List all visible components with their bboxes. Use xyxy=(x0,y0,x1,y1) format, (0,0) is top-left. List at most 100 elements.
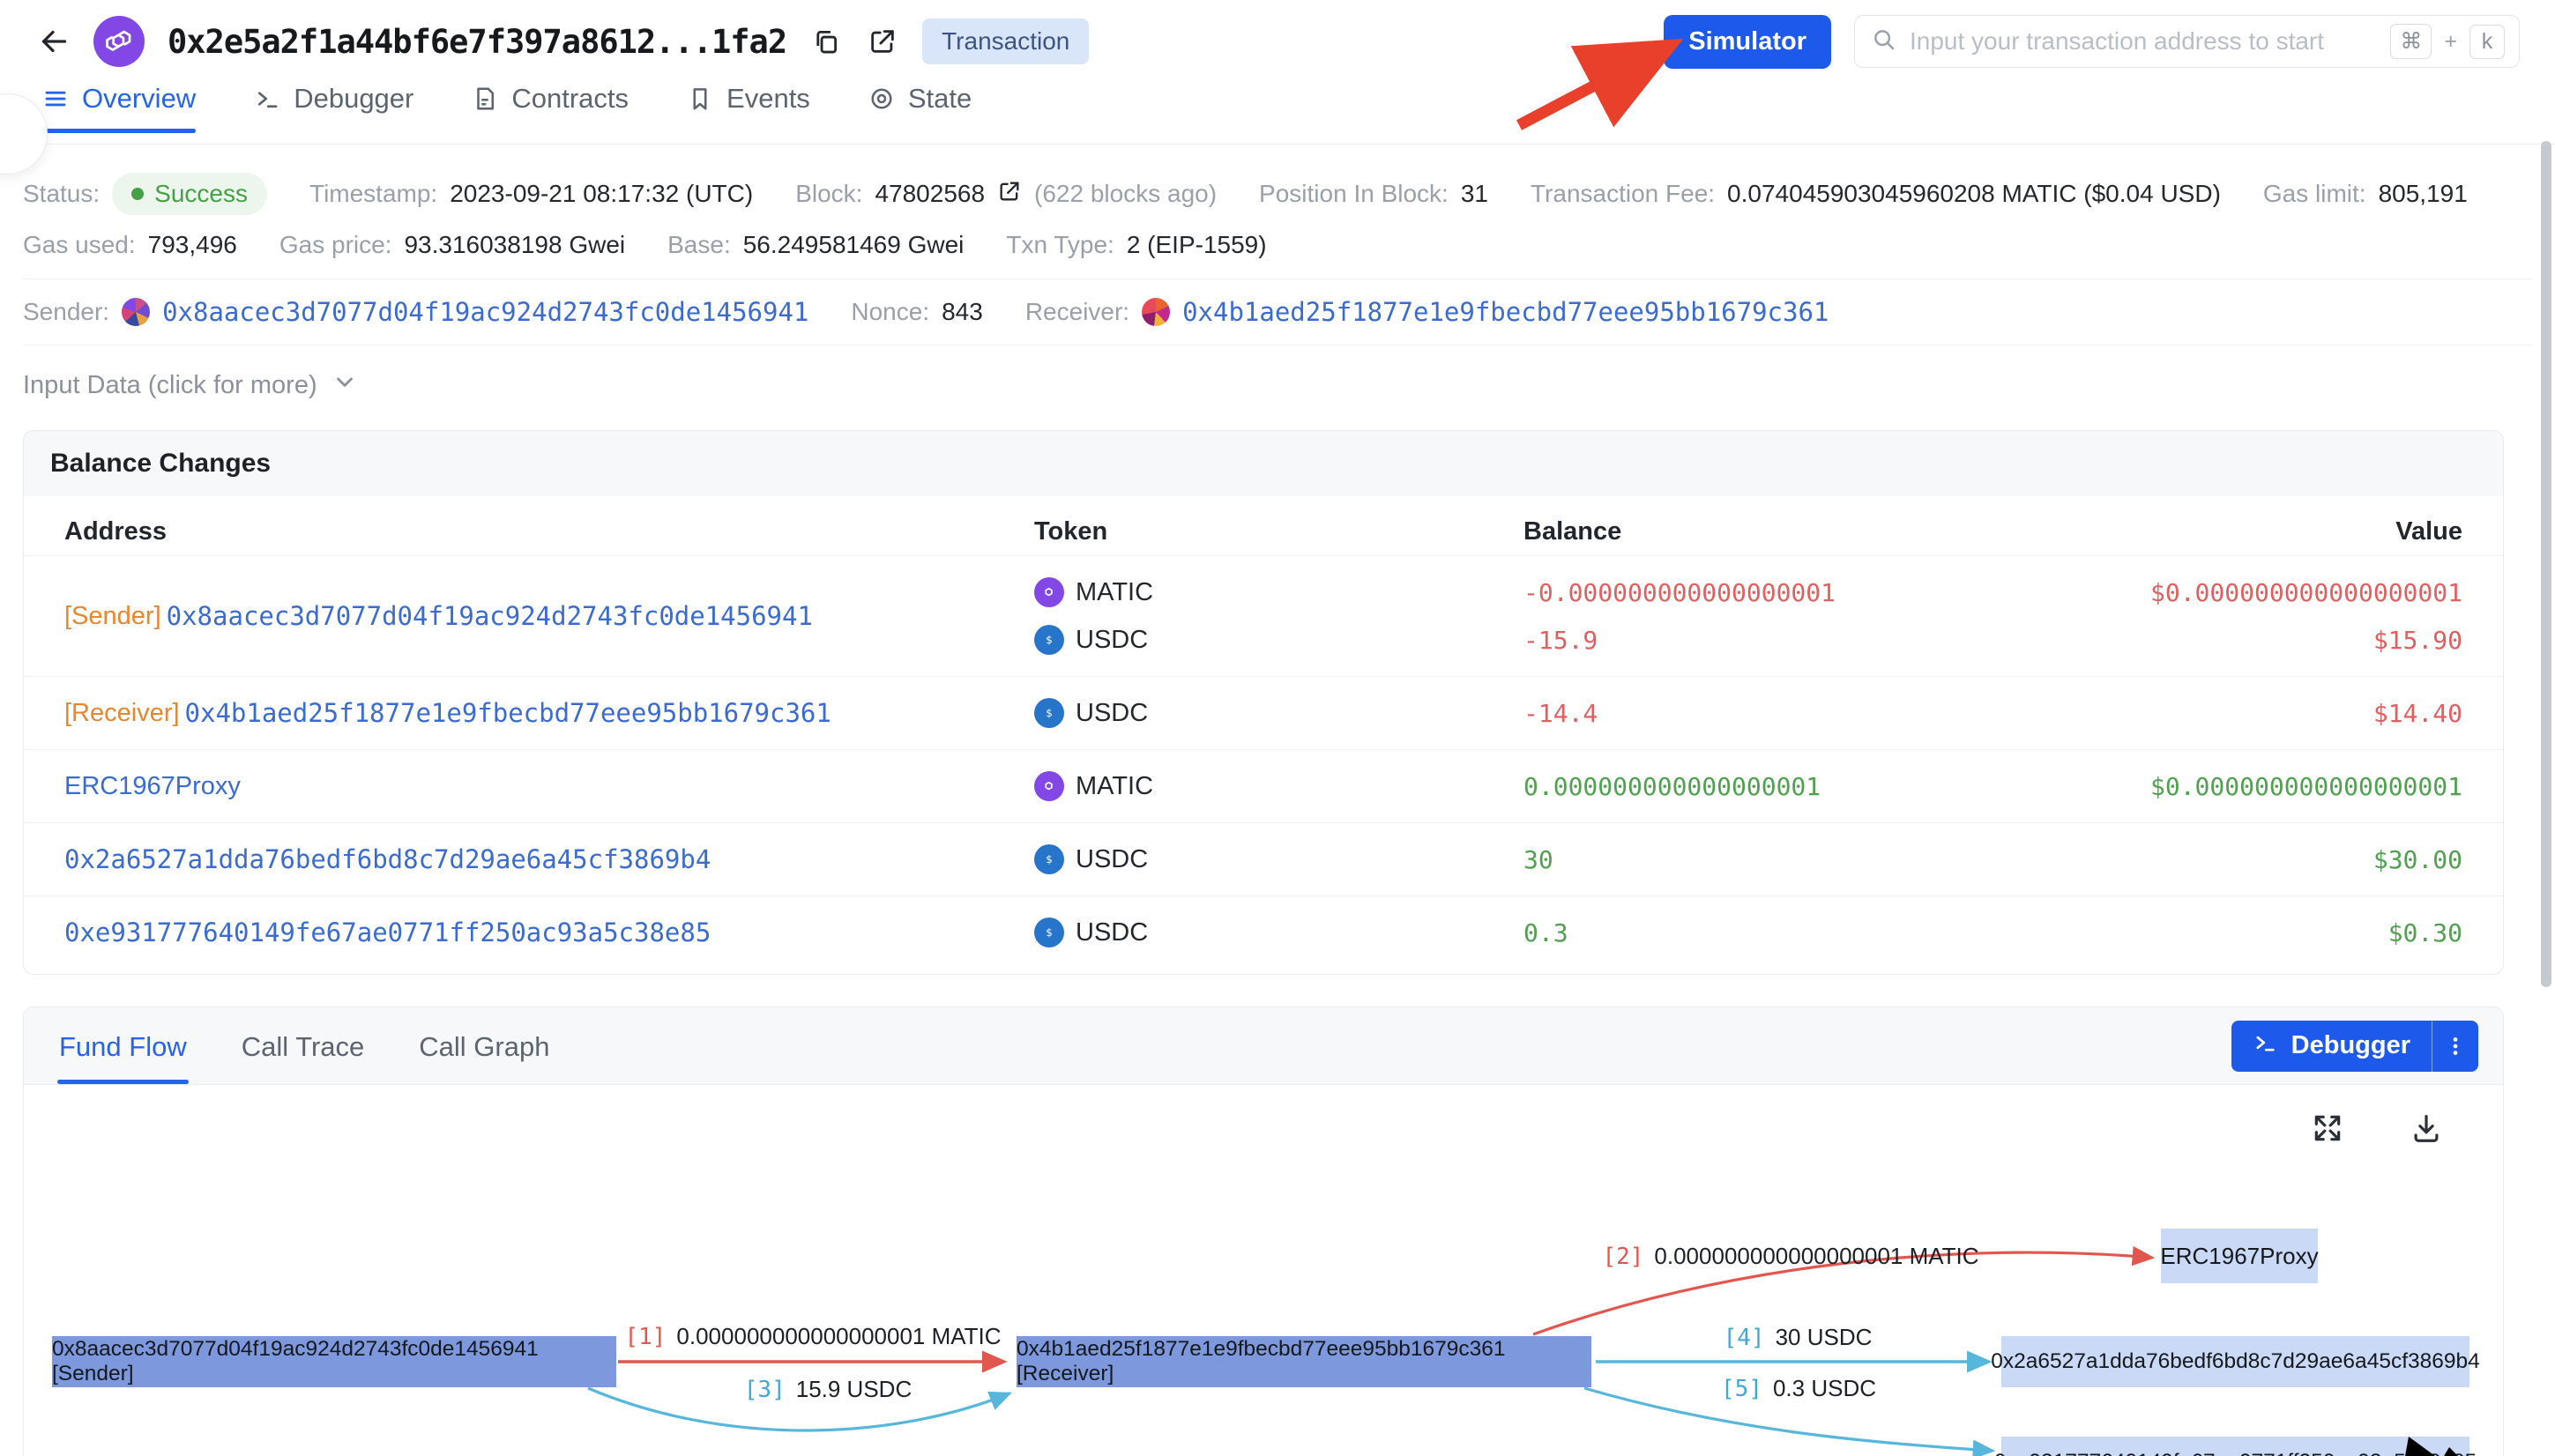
receiver-tag: [Receiver] xyxy=(64,699,180,728)
graph-node-sender[interactable]: 0x8aacec3d7077d04f19ac924d2743fc0de14569… xyxy=(52,1336,616,1387)
timestamp-value: 2023-09-21 08:17:32 (UTC) xyxy=(450,180,753,208)
balance-amount: -15.9 xyxy=(1523,616,2017,664)
tab-fund-flow[interactable]: Fund Flow xyxy=(57,1031,189,1084)
kebab-menu-icon[interactable] xyxy=(2432,1035,2478,1058)
usd-value: $0.000000000000000001 xyxy=(2017,762,2462,810)
debugger-button[interactable]: Debugger xyxy=(2231,1021,2478,1072)
token-usdc: $USDC xyxy=(1034,698,1148,728)
txn-type-value: 2 (EIP-1559) xyxy=(1127,231,1267,259)
search-input[interactable] xyxy=(1910,27,2378,56)
row-address-link[interactable]: 0xe931777640149fe67ae0771ff250ac93a5c38e… xyxy=(64,917,711,947)
balance-amount: 30 xyxy=(1523,836,2017,883)
block-number: 47802568 xyxy=(875,180,985,208)
sender-address-link[interactable]: 0x8aacec3d7077d04f19ac924d2743fc0de14569… xyxy=(162,297,808,327)
balance-changes-title: Balance Changes xyxy=(24,431,2503,496)
back-arrow-icon[interactable] xyxy=(35,24,71,59)
token-matic: MATIC xyxy=(1034,771,1153,801)
receiver-avatar xyxy=(1142,298,1170,326)
token-usdc: $USDC xyxy=(1034,844,1148,874)
col-header-token: Token xyxy=(1034,517,1523,546)
app-header: 0x2e5a2f1a44bf6e7f397a8612...1fa2 Transa… xyxy=(0,0,2555,83)
col-header-value: Value xyxy=(2017,517,2462,546)
tab-debugger[interactable]: Debugger xyxy=(254,83,413,132)
col-header-address: Address xyxy=(64,517,1034,546)
usdc-token-icon: $ xyxy=(1034,698,1064,728)
row-address-link[interactable]: 0x8aacec3d7077d04f19ac924d2743fc0de14569… xyxy=(167,601,813,631)
gas-price-value: 93.316038198 Gwei xyxy=(404,231,625,259)
chevron-down-icon xyxy=(331,368,358,402)
tab-events[interactable]: Events xyxy=(687,83,810,132)
bookmark-icon xyxy=(687,85,713,112)
balance-amount: -14.4 xyxy=(1523,689,2017,737)
status-badge: Success xyxy=(112,173,267,215)
table-row: [Sender] 0x8aacec3d7077d04f19ac924d2743f… xyxy=(24,555,2503,676)
graph-node-erc1967proxy[interactable]: ERC1967Proxy xyxy=(2161,1229,2318,1283)
fund-flow-graph: [1]0.000000000000000001 MATIC [2]0.00000… xyxy=(24,1085,2503,1456)
svg-text:$: $ xyxy=(1046,926,1053,939)
sender-tag: [Sender] xyxy=(64,602,161,631)
usd-value: $0.000000000000000001 xyxy=(2017,568,2462,616)
page-title-tx-hash: 0x2e5a2f1a44bf6e7f397a8612...1fa2 xyxy=(168,23,786,61)
nonce-label: Nonce: xyxy=(851,298,929,326)
timestamp-label: Timestamp: xyxy=(309,180,437,208)
row-address-link[interactable]: 0x4b1aed25f1877e1e9fbecbd77eee95bb1679c3… xyxy=(185,698,831,728)
tab-call-graph[interactable]: Call Graph xyxy=(417,1031,551,1084)
download-icon[interactable] xyxy=(2408,1110,2445,1147)
plus-separator: + xyxy=(2444,29,2457,55)
cmd-keycap: ⌘ xyxy=(2390,24,2432,59)
svg-text:$: $ xyxy=(1046,853,1053,865)
copy-icon[interactable] xyxy=(809,25,843,58)
block-external-link-icon[interactable] xyxy=(997,179,1022,210)
edge-label-5: [5]0.3 USDC xyxy=(1721,1375,1876,1402)
gas-price-label: Gas price: xyxy=(279,231,392,259)
base-fee-value: 56.249581469 Gwei xyxy=(743,231,965,259)
tab-call-trace[interactable]: Call Trace xyxy=(240,1031,367,1084)
matic-token-icon xyxy=(1034,771,1064,801)
token-matic: MATIC xyxy=(1034,577,1153,607)
fullscreen-icon[interactable] xyxy=(2309,1110,2346,1147)
simulator-button[interactable]: Simulator xyxy=(1664,15,1831,69)
table-row: [Receiver] 0x4b1aed25f1877e1e9fbecbd77ee… xyxy=(24,676,2503,749)
edge-label-1: [1]0.000000000000000001 MATIC xyxy=(624,1323,1001,1350)
fee-label: Transaction Fee: xyxy=(1531,180,1715,208)
input-data-toggle[interactable]: Input Data (click for more) xyxy=(23,368,2532,402)
external-link-icon[interactable] xyxy=(866,25,899,58)
search-bar[interactable]: ⌘ + k xyxy=(1854,15,2520,68)
col-header-balance: Balance xyxy=(1523,517,2017,546)
fund-flow-edges xyxy=(24,1085,2504,1456)
table-row: 0xe931777640149fe67ae0771ff250ac93a5c38e… xyxy=(24,895,2503,969)
receiver-label: Receiver: xyxy=(1025,298,1129,326)
block-ago: (622 blocks ago) xyxy=(1034,180,1217,208)
document-icon xyxy=(472,85,498,112)
nonce-value: 843 xyxy=(942,298,983,326)
k-keycap: k xyxy=(2469,25,2505,59)
svg-text:$: $ xyxy=(1046,707,1053,719)
balance-amount: 0.3 xyxy=(1523,909,2017,956)
sender-avatar xyxy=(122,298,150,326)
polygon-logo-icon xyxy=(93,16,145,67)
tab-overview[interactable]: Overview xyxy=(42,83,196,132)
txn-type-label: Txn Type: xyxy=(1006,231,1114,259)
graph-node-receiver[interactable]: 0x4b1aed25f1877e1e9fbecbd77eee95bb1679c3… xyxy=(1017,1336,1591,1387)
usdc-token-icon: $ xyxy=(1034,625,1064,655)
tab-state[interactable]: State xyxy=(868,83,972,132)
gas-used-value: 793,496 xyxy=(148,231,237,259)
row-address-link[interactable]: 0x2a6527a1dda76bedf6bd8c7d29ae6a45cf3869… xyxy=(64,844,711,874)
status-label: Status: xyxy=(23,180,100,208)
vertical-scrollbar[interactable] xyxy=(2541,141,2551,987)
gas-limit-value: 805,191 xyxy=(2379,180,2468,208)
usd-value: $14.40 xyxy=(2017,689,2462,737)
main-tab-bar: Overview Debugger Contracts Events State xyxy=(0,83,2555,145)
position-label: Position In Block: xyxy=(1259,180,1449,208)
token-usdc: $USDC xyxy=(1034,917,1148,947)
tab-contracts[interactable]: Contracts xyxy=(472,83,629,132)
receiver-address-link[interactable]: 0x4b1aed25f1877e1e9fbecbd77eee95bb1679c3… xyxy=(1182,297,1829,327)
search-icon xyxy=(1871,26,1897,57)
terminal-icon xyxy=(2253,1030,2277,1062)
token-usdc: $USDC xyxy=(1034,625,1148,655)
graph-node-0xe93177[interactable]: 0xe931777640149fe67ae0771ff250ac93a5c38e… xyxy=(2001,1437,2469,1456)
balance-amount: -0.000000000000000001 xyxy=(1523,568,2017,616)
graph-node-0x2a6527[interactable]: 0x2a6527a1dda76bedf6bd8c7d29ae6a45cf3869… xyxy=(2001,1336,2469,1387)
row-address-link[interactable]: ERC1967Proxy xyxy=(64,772,241,801)
gas-used-label: Gas used: xyxy=(23,231,136,259)
